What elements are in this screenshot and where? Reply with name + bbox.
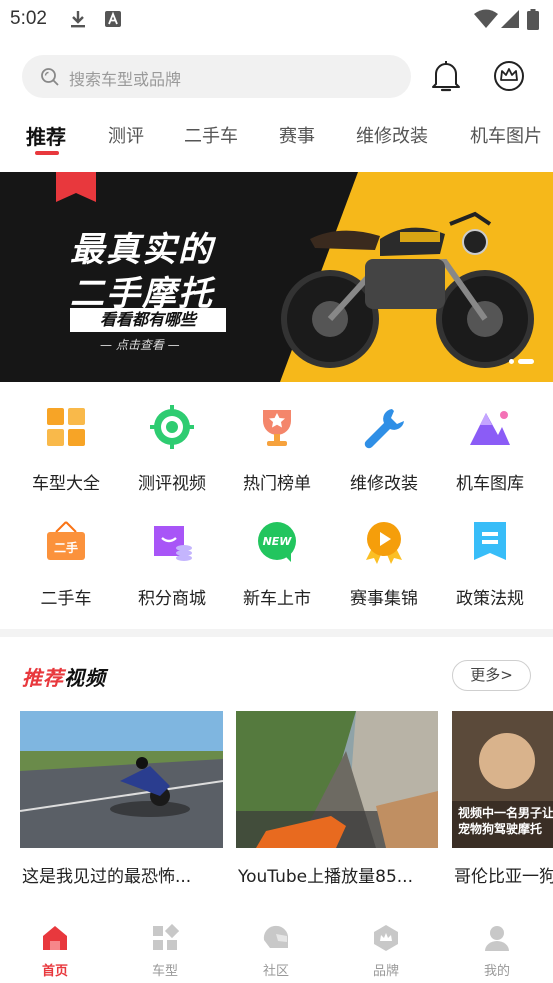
banner-subheadline: 看看都有哪些 xyxy=(70,308,226,332)
tab-used-car[interactable]: 二手车 xyxy=(184,122,238,148)
video-caption: 视频中一名男子让宠物狗驾驶摩托 xyxy=(458,806,553,836)
car-model-grid-icon xyxy=(47,408,85,446)
video-title-1[interactable]: 这是我见过的最恐怖... xyxy=(22,862,222,887)
search-bar[interactable]: 搜索车型或品牌 xyxy=(22,55,411,98)
motorcycle-image xyxy=(281,211,534,368)
search-placeholder: 搜索车型或品牌 xyxy=(69,70,182,89)
video-title-3[interactable]: 哥伦比亚一狗 xyxy=(454,862,553,887)
second-hand-tag-icon: 二手 xyxy=(47,521,85,560)
font-app-icon xyxy=(104,9,122,33)
tag-text: 二手 xyxy=(54,540,78,555)
brand-badge-icon xyxy=(374,925,398,951)
banner-dot xyxy=(509,359,514,364)
grid-item-label: 政策法规 xyxy=(456,589,524,609)
wrench-icon xyxy=(364,409,404,449)
grid-item-label: 二手车 xyxy=(40,589,92,609)
status-time: 5:02 xyxy=(10,8,47,29)
tab-repair-mod[interactable]: 维修改装 xyxy=(356,122,428,148)
grid-item-label: 维修改装 xyxy=(350,474,418,494)
bell-icon[interactable] xyxy=(430,60,462,98)
trophy-icon xyxy=(263,410,291,446)
battery-icon xyxy=(527,9,539,34)
section-divider xyxy=(0,629,553,637)
more-videos-button[interactable]: 更多> xyxy=(452,660,531,691)
video-thumbnail-1[interactable] xyxy=(20,711,223,848)
active-tab-indicator xyxy=(35,151,59,155)
search-icon xyxy=(40,67,60,91)
grid-item-label: 热门榜单 xyxy=(243,474,311,494)
section-title-black: 视频 xyxy=(64,666,106,690)
race-medal-icon xyxy=(366,522,402,564)
video-title-2[interactable]: YouTube上播放量85... xyxy=(238,862,438,887)
helmet-icon xyxy=(263,925,288,948)
category-tabs: 推荐 测评 二手车 赛事 维修改装 机车图片 xyxy=(0,122,553,158)
new-car-icon: NEW xyxy=(258,522,296,562)
status-bar: 5:02 xyxy=(0,0,553,38)
grid-item-label: 积分商城 xyxy=(138,589,206,609)
tag-text: NEW xyxy=(263,535,293,548)
video-thumb-image xyxy=(236,711,438,848)
tab-recommend[interactable]: 推荐 xyxy=(26,121,66,150)
mountain-gallery-icon xyxy=(470,411,510,445)
grid-item-label: 新车上市 xyxy=(243,589,311,609)
grid-item-label: 车型大全 xyxy=(32,474,100,494)
app-screen: 5:02 搜索车型或品牌 推荐 测评 二手车 赛事 维修改装 机车图片 最真实的… xyxy=(0,0,553,983)
car-model-icon xyxy=(153,924,179,950)
grid-item-label: 赛事集锦 xyxy=(350,589,418,609)
tab-review[interactable]: 测评 xyxy=(108,122,144,148)
nav-label: 车型 xyxy=(151,964,178,979)
wifi-icon xyxy=(474,9,498,33)
review-video-icon xyxy=(150,405,194,449)
banner-cta: — 点击查看 — xyxy=(100,338,180,352)
video-thumbnail-3[interactable]: 视频中一名男子让宠物狗驾驶摩托 xyxy=(452,711,553,848)
grid-item-label: 测评视频 xyxy=(138,474,206,494)
nav-label: 我的 xyxy=(483,964,510,979)
points-mall-icon xyxy=(154,526,192,561)
banner-headline-1: 最真实的 xyxy=(70,230,214,270)
video-thumbnail-2[interactable] xyxy=(236,711,438,848)
banner-brand-flag xyxy=(56,172,96,202)
section-title-red: 推荐 xyxy=(22,666,64,690)
tab-moto-pictures[interactable]: 机车图片 xyxy=(470,122,542,148)
nav-label: 社区 xyxy=(262,964,289,979)
crown-icon[interactable] xyxy=(493,60,525,96)
bottom-navigation: 首页 车型 社区 品牌 我的 xyxy=(0,910,553,983)
profile-icon xyxy=(485,926,509,951)
banner-dot-active xyxy=(518,359,534,364)
video-thumb-image xyxy=(20,711,223,848)
signal-icon xyxy=(500,9,520,33)
nav-label: 首页 xyxy=(41,964,68,979)
promo-banner[interactable]: 最真实的 二手摩托 看看都有哪些 — 点击查看 — xyxy=(0,172,553,382)
grid-item-label: 机车图库 xyxy=(456,474,524,494)
section-title: 推荐视频 xyxy=(22,662,106,691)
home-icon xyxy=(43,926,67,950)
tab-events[interactable]: 赛事 xyxy=(279,122,315,148)
nav-label: 品牌 xyxy=(372,964,399,979)
download-icon xyxy=(68,9,88,33)
policy-doc-icon xyxy=(474,522,506,560)
